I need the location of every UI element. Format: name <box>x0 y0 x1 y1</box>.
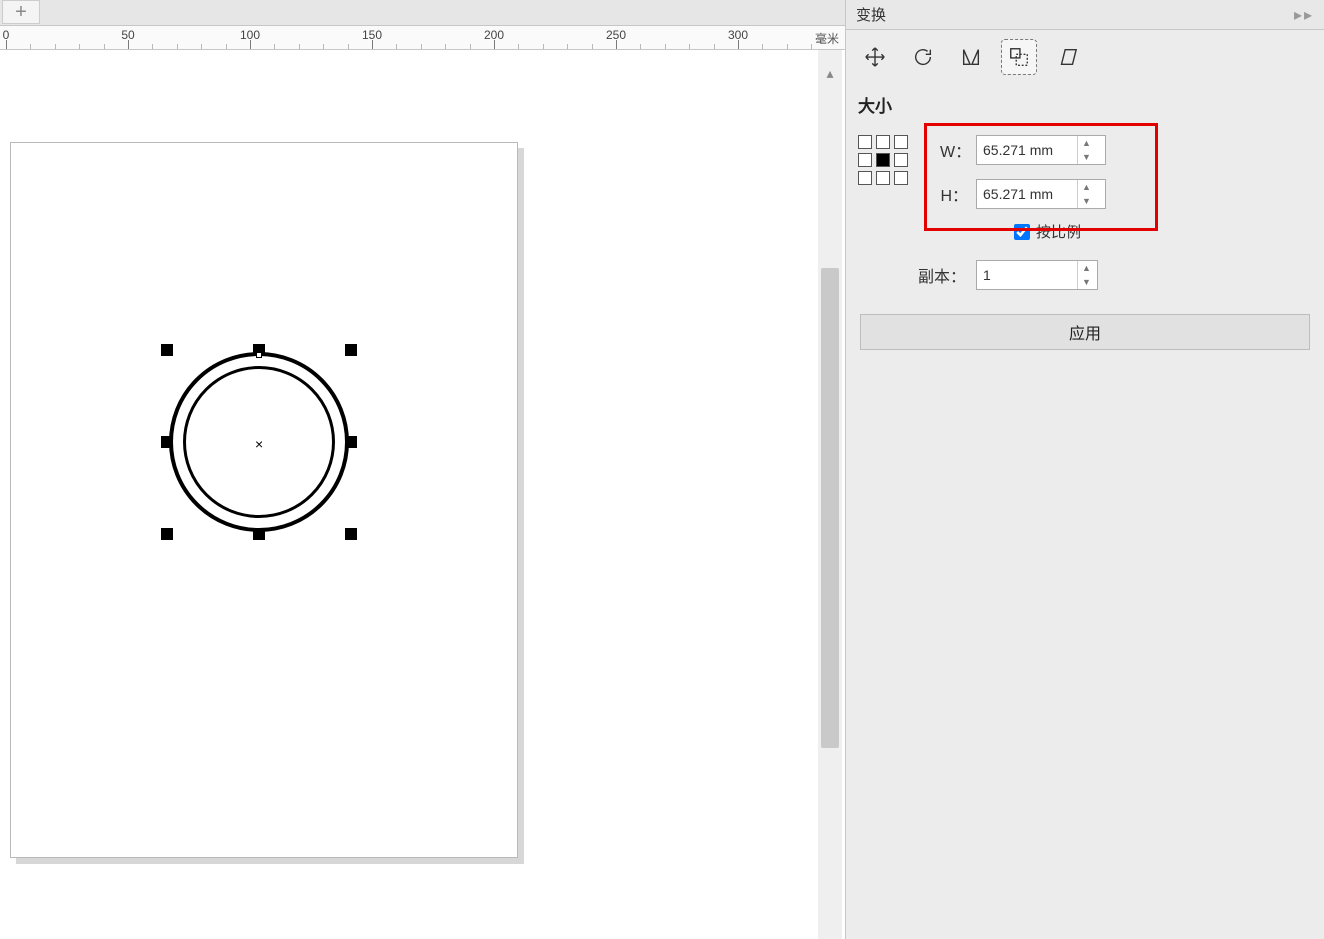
copies-label: 副本： <box>918 263 966 287</box>
selection-handle-tl[interactable] <box>161 344 173 356</box>
proportional-row: 按比例 <box>846 219 1324 250</box>
proportional-checkbox[interactable] <box>1014 224 1030 240</box>
transform-tab-size[interactable] <box>1002 40 1036 74</box>
height-spinner[interactable]: ▲ ▼ <box>976 179 1106 209</box>
anchor-tl[interactable] <box>858 135 872 149</box>
height-input[interactable] <box>977 180 1077 208</box>
selection-handle-br[interactable] <box>345 528 357 540</box>
scrollbar-thumb[interactable] <box>821 268 839 748</box>
scroll-up-button[interactable]: ▴ <box>818 62 842 84</box>
selection-handle-bc[interactable] <box>253 528 265 540</box>
proportional-label: 按比例 <box>1036 221 1081 242</box>
anchor-bc[interactable] <box>876 171 890 185</box>
copies-input[interactable] <box>977 261 1077 289</box>
height-row: H： ▲ ▼ <box>940 179 1106 209</box>
transform-tab-rotate[interactable] <box>906 40 940 74</box>
size-icon <box>1008 46 1030 68</box>
ruler-unit-label: 毫米 <box>815 30 839 47</box>
apply-button[interactable]: 应用 <box>860 314 1310 350</box>
selection-handle-mr[interactable] <box>345 436 357 448</box>
anchor-mr[interactable] <box>894 153 908 167</box>
transform-panel-title: 变换 <box>856 4 886 25</box>
width-height-fields: W： ▲ ▼ H： ▲ ▼ <box>930 129 1116 215</box>
width-step-up[interactable]: ▲ <box>1078 136 1095 150</box>
anchor-tr[interactable] <box>894 135 908 149</box>
anchor-center[interactable] <box>876 153 890 167</box>
canvas-area[interactable]: × <box>0 50 845 939</box>
document-tab-bar: + <box>0 0 845 26</box>
copies-row: 副本： ▲ ▼ <box>846 250 1324 304</box>
skew-icon <box>1056 46 1078 68</box>
horizontal-ruler[interactable]: 毫米 050100150200250300 <box>0 26 845 50</box>
copies-step-up[interactable]: ▲ <box>1078 261 1095 275</box>
selection-handle-bl[interactable] <box>161 528 173 540</box>
selection-center-marker: × <box>255 436 263 452</box>
selection-handle-ml[interactable] <box>161 436 173 448</box>
width-step-down[interactable]: ▼ <box>1078 150 1095 164</box>
anchor-bl[interactable] <box>858 171 872 185</box>
size-controls: W： ▲ ▼ H： ▲ ▼ <box>846 123 1324 219</box>
transform-tab-position[interactable] <box>858 40 892 74</box>
size-section-title: 大小 <box>846 80 1324 123</box>
width-row: W： ▲ ▼ <box>940 135 1106 165</box>
rotate-icon <box>912 46 934 68</box>
selected-object[interactable]: × <box>163 346 355 538</box>
transform-mode-tabs <box>846 30 1324 80</box>
transform-panel-header: 变换 ▸▸ <box>846 0 1324 30</box>
width-spinner[interactable]: ▲ ▼ <box>976 135 1106 165</box>
mirror-icon <box>960 46 982 68</box>
transform-tab-skew[interactable] <box>1050 40 1084 74</box>
panel-menu-button[interactable]: ▸▸ <box>1294 5 1314 25</box>
anchor-ml[interactable] <box>858 153 872 167</box>
selection-handle-tr[interactable] <box>345 344 357 356</box>
height-step-up[interactable]: ▲ <box>1078 180 1095 194</box>
height-step-down[interactable]: ▼ <box>1078 194 1095 208</box>
vertical-scrollbar[interactable]: ▴ <box>818 50 842 939</box>
shape-start-node[interactable] <box>256 352 262 358</box>
anchor-origin-grid[interactable] <box>858 135 914 185</box>
move-icon <box>864 46 886 68</box>
anchor-br[interactable] <box>894 171 908 185</box>
transform-panel: 变换 ▸▸ 大小 <box>845 0 1324 939</box>
transform-tab-mirror[interactable] <box>954 40 988 74</box>
height-label: H： <box>940 182 968 206</box>
copies-step-down[interactable]: ▼ <box>1078 275 1095 289</box>
copies-spinner[interactable]: ▲ ▼ <box>976 260 1098 290</box>
width-input[interactable] <box>977 136 1077 164</box>
new-tab-button[interactable]: + <box>2 0 40 24</box>
width-label: W： <box>940 138 968 162</box>
anchor-tc[interactable] <box>876 135 890 149</box>
